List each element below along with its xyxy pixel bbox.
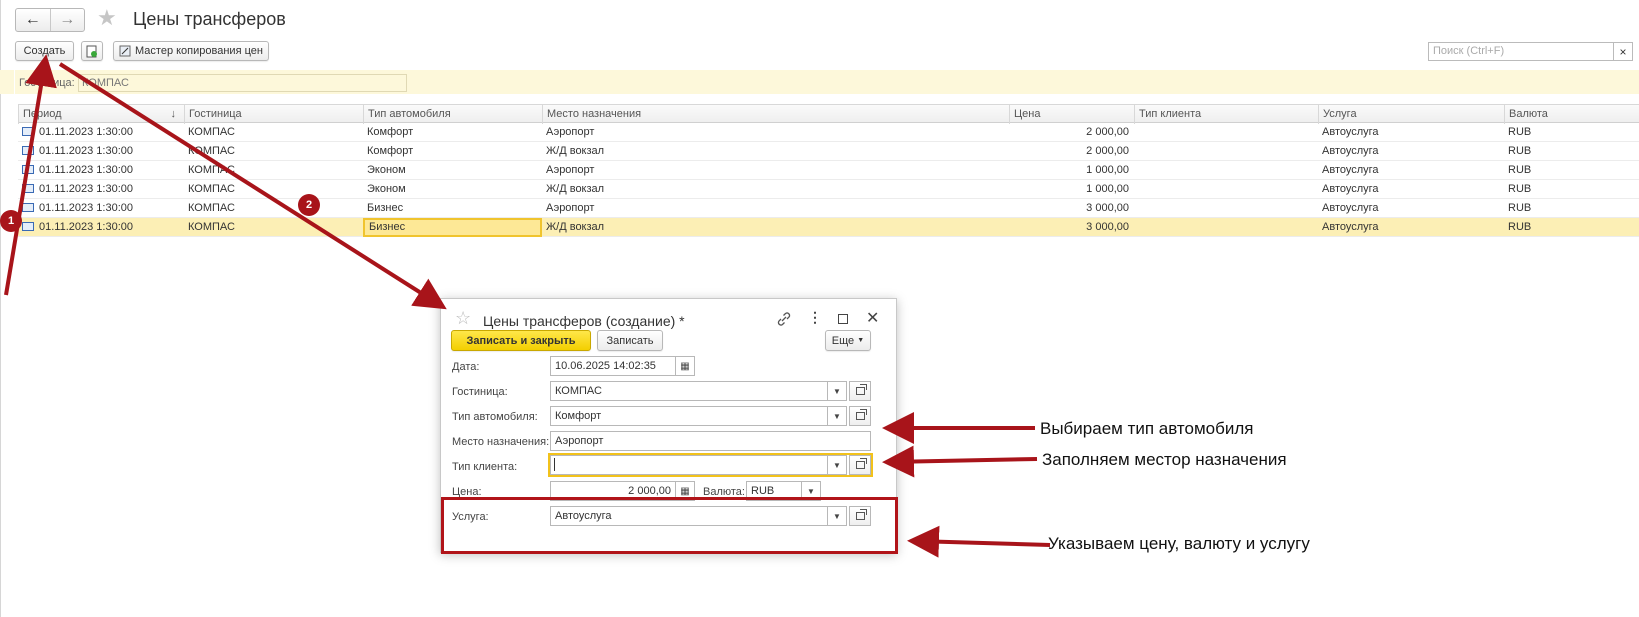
arrow-2 [58, 62, 447, 310]
step-badge-1: 1 [0, 210, 22, 232]
step-badge-2: 2 [298, 194, 320, 216]
annotation-arrows [4, 54, 1051, 558]
arrow-price [907, 525, 1051, 558]
note-price: Указываем цену, валюту и услугу [1048, 534, 1310, 553]
arrow-destination [882, 445, 1038, 478]
note-car-type: Выбираем тип автомобиля [1040, 419, 1254, 438]
arrow-1 [4, 54, 57, 296]
note-destination: Заполняем местор назначения [1042, 450, 1287, 469]
